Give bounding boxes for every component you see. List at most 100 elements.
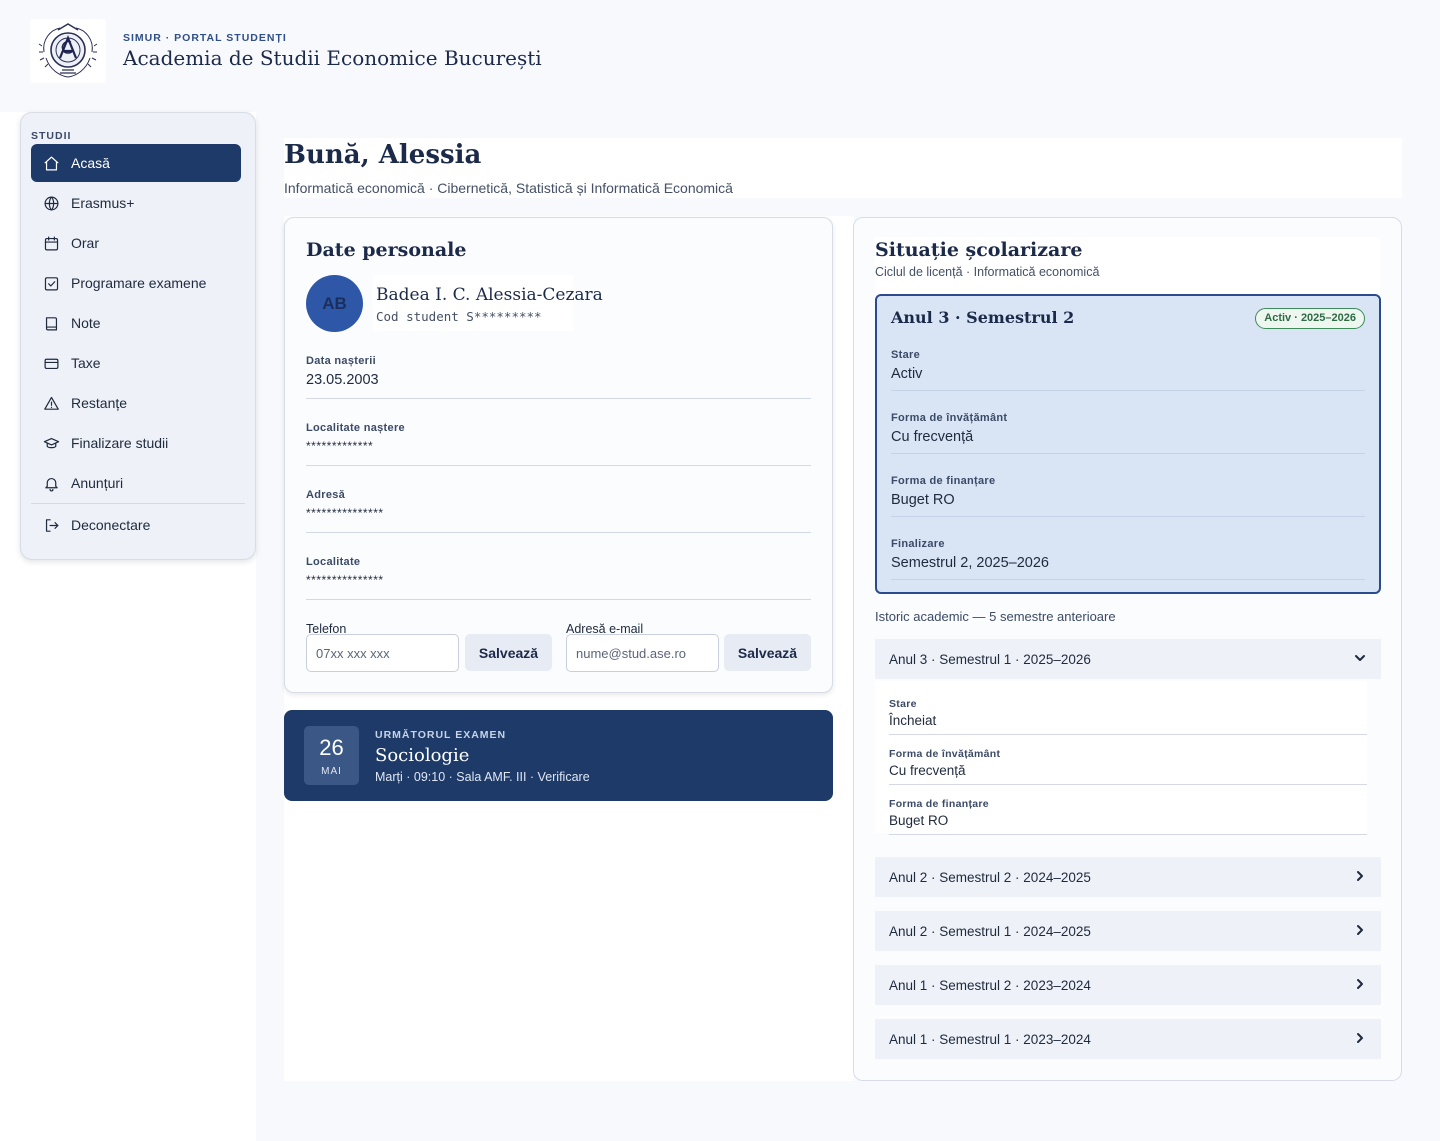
field-label: Stare xyxy=(891,349,921,361)
history-item-label: Anul 3 · Semestrul 1 · 2025–2026 xyxy=(889,651,1091,667)
sidebar-section-title: STUDII xyxy=(31,130,72,142)
field-label: Localitate naștere xyxy=(306,422,405,434)
status-badge: Activ · 2025–2026 xyxy=(1255,308,1365,329)
chevron-right-icon xyxy=(1353,977,1367,991)
history-status-value: Încheiat xyxy=(889,713,937,728)
sidebar-item-note[interactable]: Note xyxy=(31,304,241,342)
exam-day: 26 xyxy=(319,735,344,760)
globe-icon xyxy=(42,194,60,212)
birth-date-value: 23.05.2003 xyxy=(306,372,379,388)
save-phone-button[interactable]: Salvează xyxy=(465,634,552,671)
sidebar-divider xyxy=(31,503,245,504)
warning-icon xyxy=(42,394,60,412)
history-item[interactable]: Anul 2 · Semestrul 1 · 2024–2025 xyxy=(875,911,1381,951)
page-title: Bună, Alessia xyxy=(284,140,482,170)
calendar-check-icon xyxy=(42,274,60,292)
field-divider xyxy=(889,784,1367,785)
sidebar-item-restante[interactable]: Restanțe xyxy=(31,384,241,422)
student-code: Cod student S********* xyxy=(376,309,542,324)
exam-details: Marți · 09:10 · Sala AMF. III · Verifica… xyxy=(375,770,590,784)
sidebar-item-label: Programare examene xyxy=(71,275,207,291)
sidebar-item-label: Restanțe xyxy=(71,395,128,411)
locality-value: *************** xyxy=(306,573,384,587)
save-email-button[interactable]: Salvează xyxy=(724,634,811,671)
exam-kicker: URMĂTORUL EXAMEN xyxy=(375,729,507,741)
panel-title: Situație școlarizare xyxy=(875,239,1083,261)
logout-icon xyxy=(42,516,60,534)
history-study-form-value: Cu frecvență xyxy=(889,763,966,778)
field-divider xyxy=(306,599,811,600)
university-title: Academia de Studii Economice București xyxy=(123,46,542,70)
next-exam-card[interactable]: 26 MAI URMĂTORUL EXAMEN Sociologie Marți… xyxy=(284,710,833,801)
history-item-label: Anul 2 · Semestrul 2 · 2024–2025 xyxy=(889,869,1091,885)
email-input[interactable] xyxy=(566,634,719,672)
field-divider xyxy=(891,579,1365,580)
field-label: Localitate xyxy=(306,556,361,568)
credit-card-icon xyxy=(42,354,60,372)
exam-month: MAI xyxy=(321,766,342,777)
history-item-label: Anul 2 · Semestrul 1 · 2024–2025 xyxy=(889,923,1091,939)
sidebar-item-erasmus[interactable]: Erasmus+ xyxy=(31,184,241,222)
home-icon xyxy=(42,154,60,172)
field-divider xyxy=(891,453,1365,454)
book-icon xyxy=(42,314,60,332)
field-label: Forma de finanțare xyxy=(891,475,996,487)
sidebar-item-label: Orar xyxy=(71,235,99,251)
field-divider xyxy=(891,390,1365,391)
study-form-value: Cu frecvență xyxy=(891,429,974,445)
personal-data-card: Date personale AB Badea I. C. Alessia-Ce… xyxy=(284,217,833,693)
field-divider xyxy=(306,532,811,533)
field-label: Forma de finanțare xyxy=(889,798,989,810)
field-label: Finalizare xyxy=(891,538,945,550)
history-item-expanded[interactable]: Anul 3 · Semestrul 1 · 2025–2026 xyxy=(875,639,1381,679)
field-divider xyxy=(891,516,1365,517)
sidebar-item-deconectare[interactable]: Deconectare xyxy=(31,506,241,544)
field-divider xyxy=(889,734,1367,735)
chevron-down-icon xyxy=(1353,651,1367,665)
university-logo[interactable] xyxy=(30,19,106,83)
history-funding-value: Buget RO xyxy=(889,813,949,828)
history-item-details: Stare Încheiat Forma de învățământ Cu fr… xyxy=(875,681,1367,835)
chevron-right-icon xyxy=(1353,1031,1367,1045)
sidebar-item-label: Erasmus+ xyxy=(71,195,135,211)
birth-place-value: ************* xyxy=(306,439,374,453)
history-item[interactable]: Anul 2 · Semestrul 2 · 2024–2025 xyxy=(875,857,1381,897)
chevron-right-icon xyxy=(1353,923,1367,937)
field-divider xyxy=(306,398,811,399)
sidebar-item-finalizare-studii[interactable]: Finalizare studii xyxy=(31,424,241,462)
history-item-label: Anul 1 · Semestrul 1 · 2023–2024 xyxy=(889,1031,1091,1047)
chevron-right-icon xyxy=(1353,869,1367,883)
top-header: SIMUR · PORTAL STUDENȚI Academia de Stud… xyxy=(0,0,1440,112)
history-title: Istoric academic — 5 semestre anterioare xyxy=(875,609,1116,624)
phone-input[interactable] xyxy=(306,634,459,672)
field-label: Forma de învățământ xyxy=(889,748,1001,760)
sidebar-item-label: Acasă xyxy=(71,155,110,171)
program-subtitle: Informatică economică · Cibernetică, Sta… xyxy=(284,180,733,196)
sidebar-item-acasa[interactable]: Acasă xyxy=(31,144,241,182)
field-divider xyxy=(306,465,811,466)
sidebar-item-programare-examene[interactable]: Programare examene xyxy=(31,264,241,302)
sidebar-item-label: Taxe xyxy=(71,355,101,371)
sidebar-item-orar[interactable]: Orar xyxy=(31,224,241,262)
portal-kicker: SIMUR · PORTAL STUDENȚI xyxy=(123,32,287,44)
avatar: AB xyxy=(306,275,363,332)
ase-crest-icon xyxy=(38,23,98,78)
field-label: Adresă xyxy=(306,489,346,501)
panel-subtitle: Ciclul de licență · Informatică economic… xyxy=(875,265,1100,279)
bell-icon xyxy=(42,474,60,492)
sidebar-item-label: Anunțuri xyxy=(71,475,124,491)
completion-value: Semestrul 2, 2025–2026 xyxy=(891,555,1049,571)
sidebar-item-taxe[interactable]: Taxe xyxy=(31,344,241,382)
history-item[interactable]: Anul 1 · Semestrul 2 · 2023–2024 xyxy=(875,965,1381,1005)
address-value: *************** xyxy=(306,506,384,520)
sidebar-item-anunturi[interactable]: Anunțuri xyxy=(31,464,241,502)
schooling-panel: Situație școlarizare Ciclul de licență ·… xyxy=(853,217,1402,1081)
history-item-label: Anul 1 · Semestrul 2 · 2023–2024 xyxy=(889,977,1091,993)
exam-title: Sociologie xyxy=(375,745,470,766)
graduation-cap-icon xyxy=(42,434,60,452)
exam-date-badge: 26 MAI xyxy=(304,726,359,785)
sidebar-item-label: Finalizare studii xyxy=(71,435,169,451)
sidebar-item-label: Deconectare xyxy=(71,517,151,533)
history-item[interactable]: Anul 1 · Semestrul 1 · 2023–2024 xyxy=(875,1019,1381,1059)
current-semester-card: Anul 3 · Semestrul 2 Activ · 2025–2026 S… xyxy=(875,294,1381,594)
